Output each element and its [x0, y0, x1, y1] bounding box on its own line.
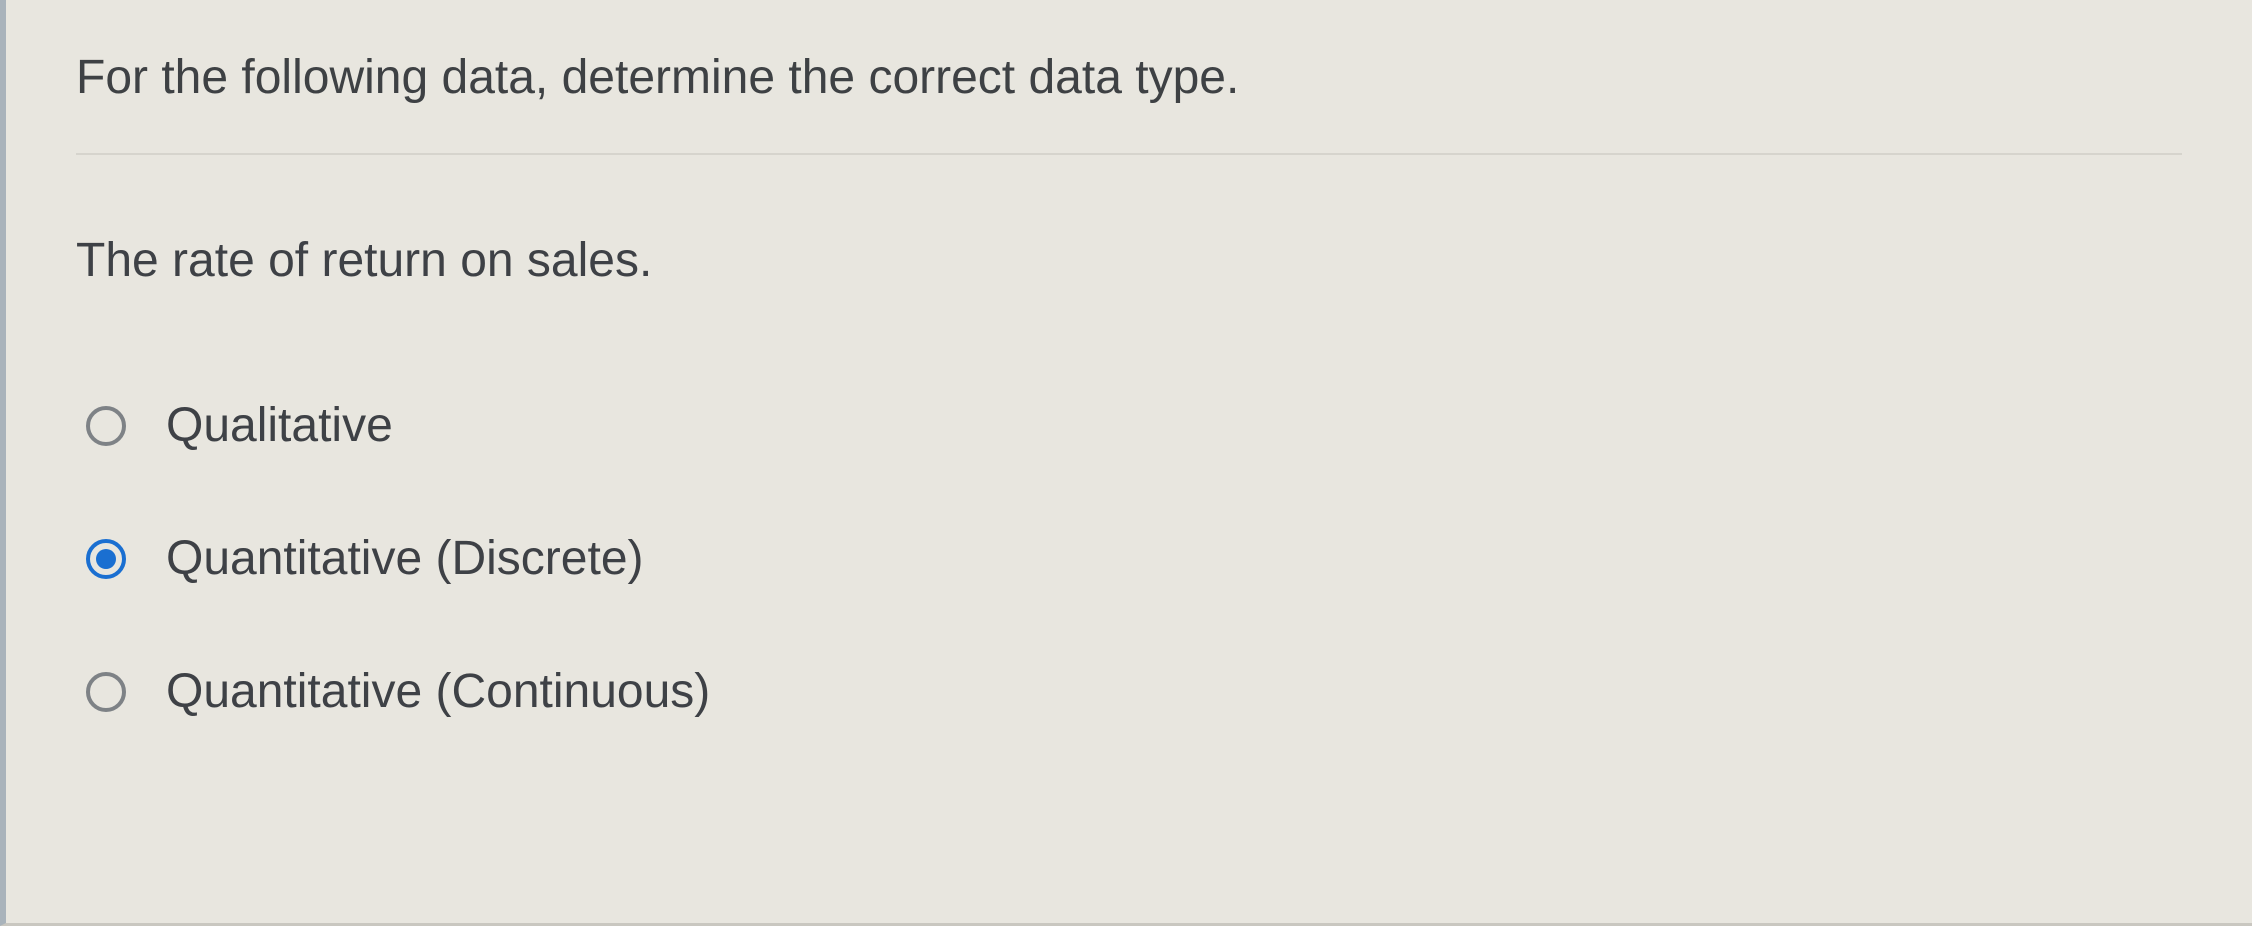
options-group: Qualitative Quantitative (Discrete) Quan…	[76, 398, 2182, 719]
option-quantitative-continuous[interactable]: Quantitative (Continuous)	[86, 664, 2182, 719]
divider	[76, 153, 2182, 155]
radio-icon	[86, 672, 126, 712]
option-quantitative-discrete[interactable]: Quantitative (Discrete)	[86, 531, 2182, 586]
question-text: The rate of return on sales.	[76, 233, 2182, 288]
radio-icon	[86, 539, 126, 579]
radio-icon	[86, 406, 126, 446]
option-label: Quantitative (Discrete)	[166, 531, 644, 586]
question-container: For the following data, determine the co…	[6, 0, 2252, 779]
question-prompt: For the following data, determine the co…	[76, 50, 2182, 105]
option-qualitative[interactable]: Qualitative	[86, 398, 2182, 453]
option-label: Quantitative (Continuous)	[166, 664, 710, 719]
option-label: Qualitative	[166, 398, 393, 453]
